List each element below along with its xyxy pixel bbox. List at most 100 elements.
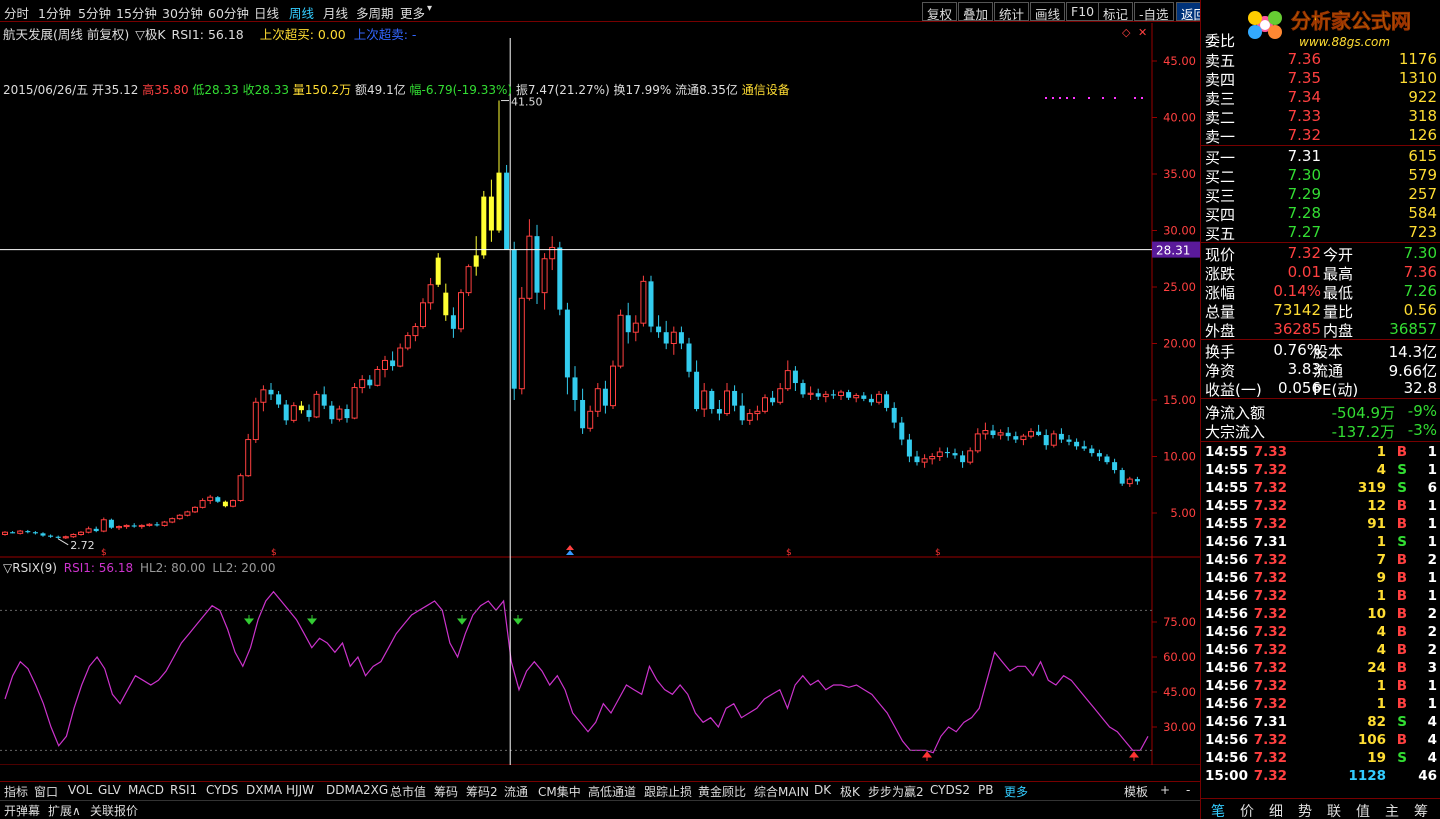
indicator-tab-21[interactable]: 步步为赢2 [868,783,924,800]
indicator-tab-5[interactable]: RSI1 [170,783,197,797]
candle-body [336,408,343,420]
close-icon[interactable]: ✕ [1138,26,1147,39]
indicator-tab-13[interactable]: 流通 [504,783,528,800]
kline-chart[interactable]: 45.00 40.00 35.00 30.00 25.00 20.00 15.00 10.00… [0,23,1200,781]
candle-body [557,247,563,310]
indicator-tab-20[interactable]: 极K [840,783,860,800]
indicator-tab-27[interactable]: - [1186,783,1190,797]
tab-15min[interactable]: 15分钟 [116,3,157,22]
indicator-tab-10[interactable]: 总市值 [390,783,426,800]
candle-body [936,451,943,458]
f10-button[interactable]: F10 [1066,2,1100,21]
indicator-tab-4[interactable]: MACD [128,783,164,797]
ask-row: 卖五 7.36 1176 [1205,50,1437,70]
panel-tab-5[interactable]: 值 [1356,801,1370,819]
candle-body [701,390,708,410]
candle-body [131,525,137,527]
candle-body [1066,439,1072,442]
candle-body [1020,435,1027,441]
candle-body [526,235,533,299]
indicator-tab-11[interactable]: 筹码 [434,783,458,800]
tab-monthly[interactable]: 月线 [323,3,348,22]
candle-body [488,196,494,231]
panel-tab-7[interactable]: 筹 [1414,801,1428,819]
candle-body [321,394,327,406]
indicator-tab-7[interactable]: DXMA [246,783,282,797]
indicator-tab-23[interactable]: PB [978,783,993,797]
indicator-tab-8[interactable]: HJJW [286,783,314,797]
indicator-tab-1[interactable]: 窗口 [34,783,58,800]
indicator-tab-15[interactable]: 高低通道 [588,783,636,800]
candle-body [458,292,464,330]
dollar-marker: $ [935,548,941,558]
panel-tab-3[interactable]: 势 [1298,801,1312,819]
candle-body [25,531,31,533]
indicator-tab-26[interactable]: + [1160,783,1170,797]
candle-body [1126,478,1133,485]
tab-5min[interactable]: 5分钟 [78,3,111,22]
crosshair-price-label: 28.31 [1156,244,1190,258]
candle-body [283,404,289,421]
indicator-tab-bar: 指标 窗口 VOL GLV MACD RSI1 CYDS DXMA HJJW DDMA2XG 总市值… [0,781,1200,800]
signal-dot [1102,97,1104,99]
candle-body [587,410,594,429]
bar-info-line: 2015/06/26/五 开35.12 高35.80 低28.33 收28.33… [3,81,790,98]
statistics-button[interactable]: 统计 [994,2,1030,22]
indicator-tab-25[interactable]: 模板 [1124,783,1148,800]
indicator-name[interactable]: ▽极K [135,27,165,42]
indicator-tab-22[interactable]: CYDS2 [930,783,970,797]
sub-indicator-name[interactable]: ▽RSIX(9) [3,561,57,575]
tab-daily[interactable]: 日线 [254,3,279,22]
info-sector[interactable]: 通信设备 [742,83,790,97]
candle-body [724,390,730,415]
chart-area[interactable]: 45.00 40.00 35.00 30.00 25.00 20.00 15.00 10.00… [0,23,1200,781]
add-watchlist-button[interactable]: -自选 [1134,2,1174,22]
restore-rights-button[interactable]: 复权 [922,2,958,22]
candle-body [686,343,692,372]
draw-line-button[interactable]: 画线 [1030,2,1066,22]
candle-body [656,326,662,333]
tab-multi-period[interactable]: 多周期 [356,3,394,22]
price-axis-label: 45.00 [1163,54,1196,68]
candle-body [777,388,784,403]
panel-tab-6[interactable]: 主 [1385,801,1399,819]
panel-tab-4[interactable]: 联 [1327,801,1341,819]
indicator-tab-3[interactable]: GLV [98,783,121,797]
panel-tab-2[interactable]: 细 [1269,801,1283,819]
indicator-tab-0[interactable]: 指标 [4,783,28,800]
related-quotes-button[interactable]: 关联报价 [90,802,138,819]
tab-fenshi[interactable]: 分时 [4,3,29,22]
trade-tick-row: 14:56 7.32 19 S 4 [1205,750,1437,766]
expand-button[interactable]: 扩展∧ [48,802,81,819]
trade-tick-row: 14:56 7.32 1 B 1 [1205,588,1437,604]
candle-body [861,395,867,399]
indicator-tab-17[interactable]: 黄金顾比 [698,783,746,800]
indicator-tab-6[interactable]: CYDS [206,783,238,797]
candle-body [450,315,456,329]
panel-tab-0[interactable]: 笔 [1211,801,1225,819]
danmaku-button[interactable]: 开弹幕 [4,802,40,819]
candle-body [990,430,996,436]
diamond-icon[interactable]: ◇ [1122,26,1130,39]
indicator-tab-9[interactable]: DDMA2XG [326,783,388,797]
candle-body [252,401,259,441]
mark-button[interactable]: 标记 [1098,2,1134,22]
panel-tab-1[interactable]: 价 [1240,801,1254,819]
candle-body [230,500,236,507]
indicator-tab-12[interactable]: 筹码2 [466,783,498,800]
candle-body [222,501,228,507]
indicator-tab-16[interactable]: 跟踪止损 [644,783,692,800]
indicator-tab-19[interactable]: DK [814,783,831,797]
tab-30min[interactable]: 30分钟 [162,3,203,22]
info-volume: 量150.2万 [292,83,352,97]
tab-1min[interactable]: 1分钟 [38,3,71,22]
candle-body [215,497,221,502]
indicator-tab-2[interactable]: VOL [68,783,92,797]
tab-more[interactable]: 更多 [400,3,425,22]
tab-60min[interactable]: 60分钟 [208,3,249,22]
tab-weekly[interactable]: 周线 [289,3,314,22]
indicator-tab-24[interactable]: 更多 [1004,783,1028,800]
overlay-button[interactable]: 叠加 [958,2,994,22]
indicator-tab-14[interactable]: CM集中 [538,783,581,800]
indicator-tab-18[interactable]: 综合MAIN [754,783,809,800]
